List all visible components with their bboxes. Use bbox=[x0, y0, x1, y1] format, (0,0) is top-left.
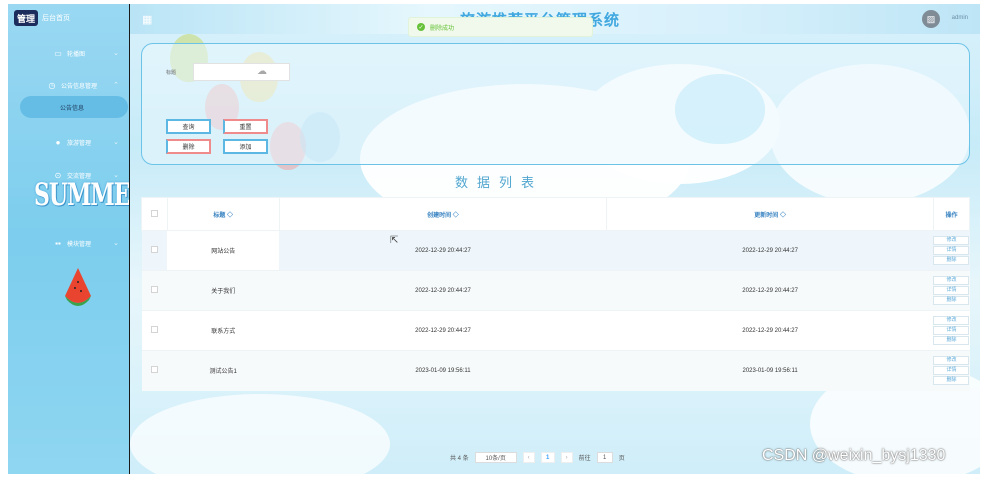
cell-actions: 修改 详情 删除 bbox=[933, 230, 970, 271]
cell-actions: 修改 详情 删除 bbox=[933, 350, 970, 391]
sidebar-item-module[interactable]: ▪▪ 模块管理 ⌄ bbox=[8, 232, 129, 254]
pagination: 共 4 条 10条/页 ‹ 1 › 前往 1 页 bbox=[450, 452, 625, 463]
grid-icon: ▪▪ bbox=[55, 238, 61, 248]
cell-title: 测试公告1 bbox=[167, 350, 280, 391]
cell-created: 2023-01-09 19:56:11 bbox=[279, 350, 607, 391]
chevron-down-icon: ⌄ bbox=[113, 139, 119, 146]
cell-updated: 2022-12-29 20:44:27 bbox=[606, 230, 934, 271]
pager-goto-label: 前往 bbox=[578, 456, 591, 462]
monitor-icon: ▭ bbox=[54, 48, 62, 58]
mouse-cursor-icon: ⇱ bbox=[390, 235, 399, 246]
main-area: ▦ 旅游推荐平台管理系统 ▨ admin ✓ 删除成功 标题 ☁ 查询 重置 删… bbox=[130, 4, 980, 474]
sidebar-item-label: 公告信息管理 bbox=[61, 83, 98, 90]
next-page-icon[interactable]: › bbox=[560, 452, 573, 463]
pin-icon: ● bbox=[55, 137, 61, 147]
menu-toggle-icon[interactable]: ▦ bbox=[142, 13, 152, 26]
table-row[interactable]: 关于我们 2022-12-29 20:44:27 2022-12-29 20:4… bbox=[141, 270, 970, 311]
pager-page-unit: 页 bbox=[618, 456, 625, 462]
cell-actions: 修改 详情 删除 bbox=[933, 310, 970, 351]
search-label: 标题 bbox=[166, 70, 177, 76]
query-button[interactable]: 查询 bbox=[166, 119, 211, 134]
row-checkbox[interactable] bbox=[150, 326, 158, 333]
detail-button[interactable]: 详情 bbox=[933, 326, 970, 335]
cloud-decor bbox=[130, 394, 390, 474]
page-goto-input[interactable]: 1 bbox=[596, 452, 613, 463]
table-row[interactable]: 测试公告1 2023-01-09 19:56:11 2023-01-09 19:… bbox=[141, 350, 970, 391]
edit-button[interactable]: 修改 bbox=[933, 236, 970, 245]
row-delete-button[interactable]: 删除 bbox=[933, 376, 970, 386]
chevron-down-icon: ⌄ bbox=[113, 240, 119, 247]
add-button[interactable]: 添加 bbox=[223, 139, 268, 154]
row-checkbox[interactable] bbox=[150, 286, 158, 293]
avatar[interactable]: ▨ bbox=[922, 10, 940, 28]
table-header-row: 标题 ◇ 创建时间 ◇ 更新时间 ◇ 操作 bbox=[141, 197, 971, 231]
chevron-up-icon: ⌃ bbox=[113, 82, 119, 89]
col-updated[interactable]: 更新时间 ◇ bbox=[606, 197, 934, 231]
sidebar-item-label: 旅游管理 bbox=[67, 140, 92, 147]
sidebar-logo[interactable]: 管理 后台首页 bbox=[14, 10, 70, 26]
col-actions: 操作 bbox=[932, 197, 971, 231]
user-name[interactable]: admin bbox=[952, 15, 968, 21]
list-title: 数据列表 bbox=[455, 175, 544, 190]
data-table: 标题 ◇ 创建时间 ◇ 更新时间 ◇ 操作 网站公告 2022-12-29 20… bbox=[141, 197, 971, 391]
row-select-cell[interactable] bbox=[141, 230, 168, 271]
summer-decor: SUMMER bbox=[34, 176, 129, 214]
clock-icon: ◷ bbox=[48, 80, 56, 90]
row-select-cell[interactable] bbox=[141, 310, 168, 351]
toast-text: 删除成功 bbox=[430, 25, 455, 32]
sidebar-home-link[interactable]: 后台首页 bbox=[42, 13, 70, 23]
pager-total: 共 4 条 bbox=[450, 456, 469, 462]
sidebar-item-label: 模块管理 bbox=[67, 241, 92, 248]
row-delete-button[interactable]: 删除 bbox=[933, 256, 970, 265]
table-row[interactable]: 网站公告 2022-12-29 20:44:27 2022-12-29 20:4… bbox=[141, 230, 970, 271]
cell-title: 网站公告 bbox=[167, 230, 280, 271]
sidebar-item-carousel[interactable]: ▭ 轮播图 ⌄ bbox=[8, 42, 129, 64]
select-all-checkbox[interactable] bbox=[150, 209, 158, 217]
row-delete-button[interactable]: 删除 bbox=[933, 296, 970, 305]
check-circle-icon: ✓ bbox=[417, 23, 425, 31]
row-checkbox[interactable] bbox=[150, 246, 158, 253]
cell-title: 关于我们 bbox=[167, 270, 280, 311]
watermelon-icon bbox=[65, 268, 91, 306]
edit-button[interactable]: 修改 bbox=[933, 276, 970, 285]
reset-button[interactable]: 重置 bbox=[223, 119, 268, 134]
cell-actions: 修改 详情 删除 bbox=[933, 270, 970, 311]
sidebar-item-label: 轮播图 bbox=[67, 51, 86, 58]
row-select-cell[interactable] bbox=[141, 270, 168, 311]
col-title[interactable]: 标题 ◇ bbox=[166, 197, 280, 231]
edit-button[interactable]: 修改 bbox=[933, 316, 970, 325]
watermark: CSDN @weixin_bysj1330 bbox=[762, 447, 946, 464]
search-input[interactable]: ☁ bbox=[193, 63, 290, 81]
detail-button[interactable]: 详情 bbox=[933, 286, 970, 295]
cell-updated: 2022-12-29 20:44:27 bbox=[606, 270, 934, 311]
col-created[interactable]: 创建时间 ◇ bbox=[278, 197, 608, 231]
sidebar-subitem-notice[interactable]: 公告信息 bbox=[20, 96, 128, 118]
row-checkbox[interactable] bbox=[150, 366, 158, 374]
prev-page-icon[interactable]: ‹ bbox=[522, 452, 535, 463]
page-number-current[interactable]: 1 bbox=[540, 452, 555, 463]
chevron-down-icon: ⌄ bbox=[113, 50, 119, 57]
delete-button[interactable]: 删除 bbox=[166, 139, 211, 154]
logo-icon: 管理 bbox=[14, 10, 38, 26]
row-select-cell[interactable] bbox=[141, 350, 168, 391]
cell-updated: 2023-01-09 19:56:11 bbox=[606, 350, 934, 391]
sidebar-item-notice-mgmt[interactable]: ◷ 公告信息管理 ⌃ bbox=[8, 74, 129, 96]
detail-button[interactable]: 详情 bbox=[933, 246, 970, 255]
page-size-select[interactable]: 10条/页 bbox=[474, 452, 517, 463]
sidebar: 管理 后台首页 ▭ 轮播图 ⌄ ◷ 公告信息管理 ⌃ 公告信息 ● 旅游管理 ⌄… bbox=[8, 4, 129, 474]
cell-updated: 2022-12-29 20:44:27 bbox=[606, 310, 934, 351]
detail-button[interactable]: 详情 bbox=[933, 366, 970, 376]
select-all-cell[interactable] bbox=[141, 197, 168, 231]
cell-created: 2022-12-29 20:44:27 bbox=[279, 270, 607, 311]
cloud-icon: ☁ bbox=[257, 66, 267, 77]
success-toast: ✓ 删除成功 bbox=[408, 17, 593, 37]
cell-created: 2022-12-29 20:44:27 bbox=[279, 310, 607, 351]
cell-title: 联系方式 bbox=[167, 310, 280, 351]
sidebar-item-travel[interactable]: ● 旅游管理 ⌄ bbox=[8, 131, 129, 153]
row-delete-button[interactable]: 删除 bbox=[933, 336, 970, 345]
table-row[interactable]: 联系方式 2022-12-29 20:44:27 2022-12-29 20:4… bbox=[141, 310, 970, 351]
edit-button[interactable]: 修改 bbox=[933, 356, 970, 366]
cell-created: 2022-12-29 20:44:27 bbox=[279, 230, 607, 271]
